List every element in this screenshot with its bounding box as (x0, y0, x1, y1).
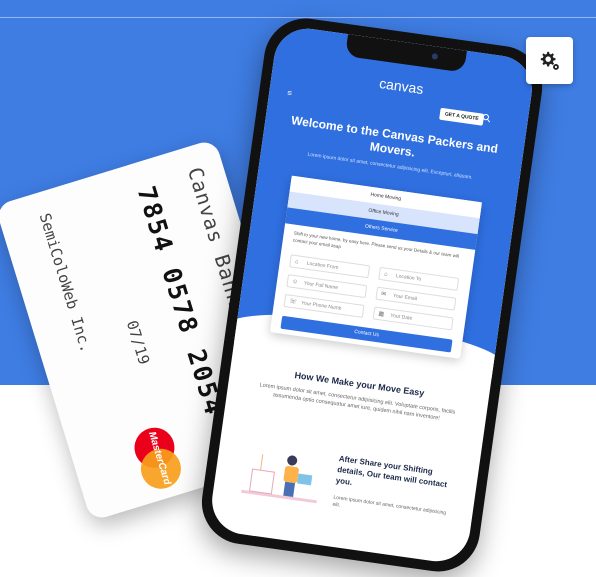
email-icon: ✉ (380, 291, 387, 298)
card-holder: SemiColoWeb Inc. (35, 211, 96, 355)
user-icon: ☺ (291, 278, 299, 286)
location-icon: ⌂ (383, 271, 388, 278)
person-illustration-icon (241, 454, 317, 504)
card-expiry: 07/19 (122, 318, 154, 367)
phone-input[interactable]: ☏ Your Phone Numb (283, 293, 365, 318)
camera-icon (431, 53, 439, 60)
step-title: After Share your Shifting details, Our t… (335, 454, 448, 490)
quote-form: Home Moving Office Moving Others Service… (269, 175, 482, 359)
location-to-input[interactable]: ⌂ Location To (378, 266, 460, 291)
calendar-icon: ▦ (377, 311, 385, 318)
location-from-input[interactable]: ⌂ Location From (289, 254, 371, 279)
full-name-input[interactable]: ☺ Your Full Name (286, 274, 368, 299)
phone-icon: ☏ (288, 298, 298, 306)
gear-icon (540, 51, 559, 70)
location-icon: ⌂ (294, 258, 299, 266)
top-divider (0, 17, 596, 18)
search-icon[interactable] (481, 113, 492, 124)
mastercard-logo-icon: MasterCard (129, 422, 186, 494)
email-input[interactable]: ✉ Your Email (375, 286, 457, 311)
date-input[interactable]: ▦ Your Date (372, 306, 454, 331)
settings-button[interactable] (526, 37, 573, 84)
menu-icon[interactable]: ≡ (287, 88, 293, 98)
